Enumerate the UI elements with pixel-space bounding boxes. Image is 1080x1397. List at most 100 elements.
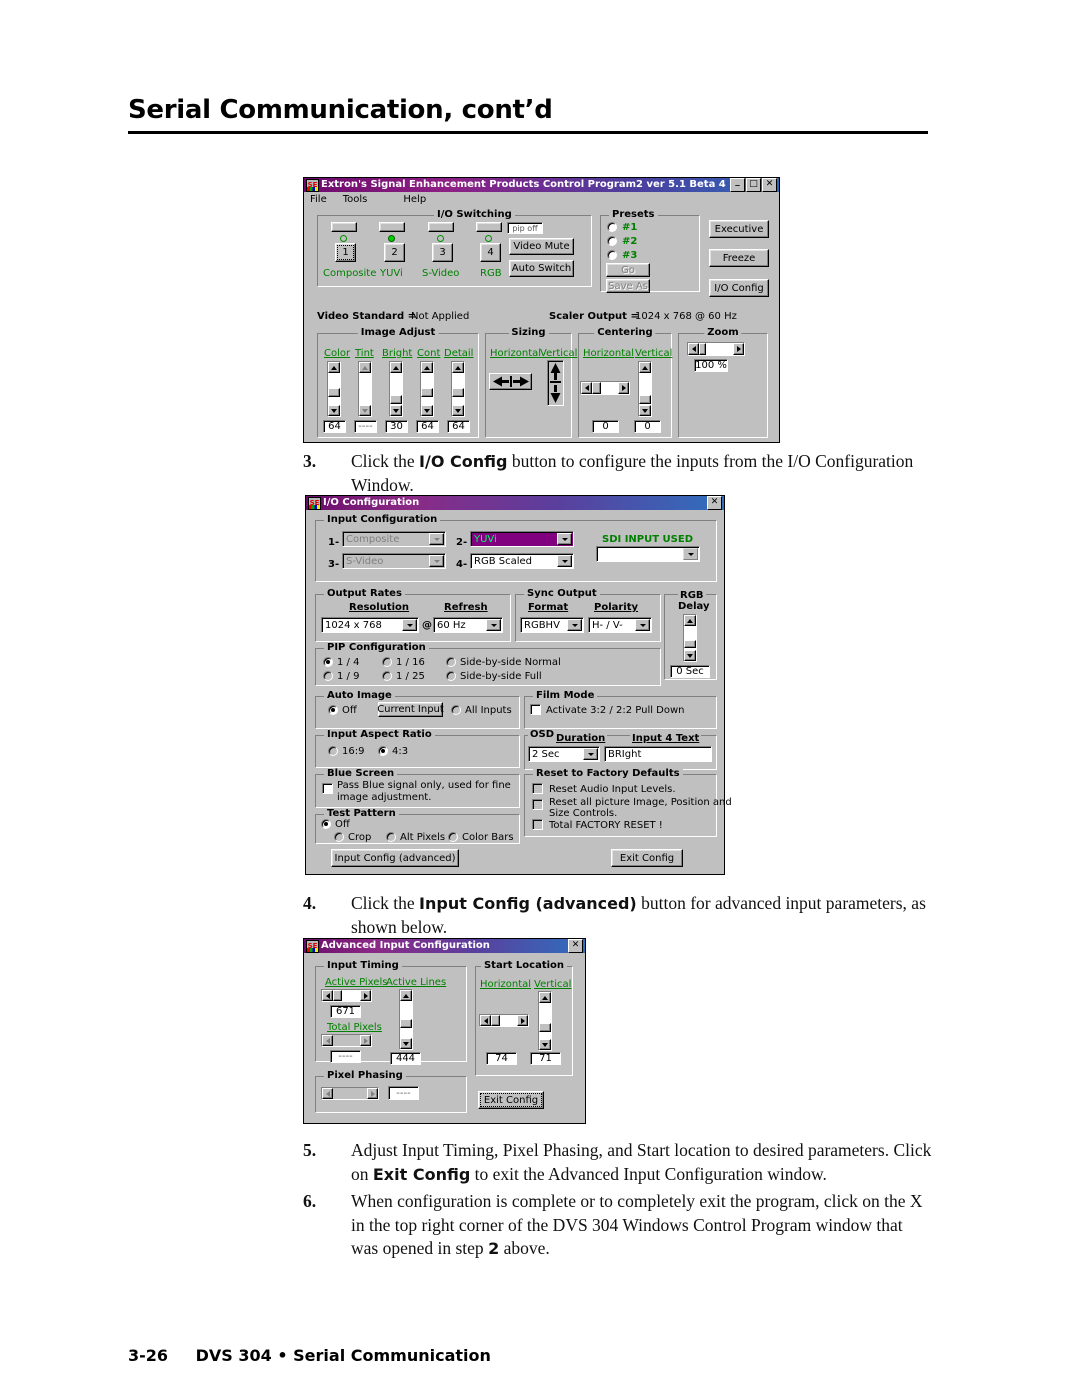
- video-mute-button[interactable]: Video Mute: [509, 238, 574, 255]
- preset-save-as-button[interactable]: Save As: [606, 279, 650, 293]
- input-select-4[interactable]: RGB Scaled: [470, 553, 574, 569]
- preset-radio-1[interactable]: [607, 222, 617, 232]
- film-mode-checkbox[interactable]: [530, 704, 541, 715]
- detail-slider[interactable]: [451, 361, 465, 417]
- chevron-down-icon-osd[interactable]: [583, 748, 598, 760]
- osd-duration-select[interactable]: 2 Sec: [528, 746, 600, 762]
- input-config-advanced-button[interactable]: Input Config (advanced): [331, 849, 459, 867]
- tint-slider-up-arrow[interactable]: [359, 362, 371, 373]
- color-slider-thumb[interactable]: [328, 388, 340, 397]
- pixel-phasing-track[interactable]: [333, 1088, 367, 1099]
- start-h-left-arrow[interactable]: [480, 1015, 491, 1026]
- centering-h-left-arrow[interactable]: [581, 382, 592, 394]
- start-v-up-arrow[interactable]: [539, 992, 551, 1003]
- input-select-2[interactable]: YUVi: [470, 531, 574, 547]
- minimize-button[interactable]: _: [730, 178, 745, 192]
- pip-radio-sbs-full[interactable]: [446, 671, 456, 681]
- menu-tools[interactable]: Tools: [343, 194, 368, 205]
- test-pattern-altpixels-radio[interactable]: [386, 832, 396, 842]
- preset-radio-2[interactable]: [607, 236, 617, 246]
- zoom-right-arrow[interactable]: [733, 343, 744, 355]
- centering-h-right-arrow[interactable]: [618, 382, 629, 394]
- polarity-select[interactable]: H- / V-: [588, 617, 652, 633]
- pip-radio-1-25[interactable]: [382, 671, 392, 681]
- aspect-4-3-radio[interactable]: [378, 746, 388, 756]
- cont-slider[interactable]: [420, 361, 434, 417]
- chevron-down-icon-format[interactable]: [567, 619, 582, 631]
- centering-v-down-arrow[interactable]: [639, 405, 651, 416]
- pip-radio-sbs-normal[interactable]: [446, 657, 456, 667]
- exit-config-button[interactable]: Exit Config: [611, 849, 683, 867]
- detail-slider-down-arrow[interactable]: [452, 405, 464, 416]
- format-select[interactable]: RGBHV: [520, 617, 584, 633]
- tint-slider[interactable]: [358, 361, 372, 417]
- chevron-down-icon-resolution[interactable]: [402, 619, 417, 631]
- total-pixels-track[interactable]: [333, 1035, 360, 1046]
- start-h-right-arrow[interactable]: [517, 1015, 528, 1026]
- color-slider-up-arrow[interactable]: [328, 362, 340, 373]
- pip-radio-1-9[interactable]: [323, 671, 333, 681]
- rgb-delay-down-arrow[interactable]: [684, 650, 696, 661]
- sizing-horizontal-control[interactable]: [489, 373, 532, 390]
- resolution-select[interactable]: 1024 x 768: [321, 617, 419, 633]
- input-button-4[interactable]: 4: [480, 243, 501, 262]
- chevron-down-icon-4[interactable]: [557, 555, 572, 567]
- zoom-scrollbar[interactable]: [687, 342, 745, 356]
- total-pixels-right-arrow[interactable]: [360, 1035, 371, 1046]
- pixel-phasing-left-arrow[interactable]: [322, 1088, 333, 1099]
- freeze-button[interactable]: Freeze: [709, 249, 769, 267]
- maximize-button[interactable]: □: [746, 178, 761, 192]
- start-v-track[interactable]: [539, 1003, 551, 1039]
- color-slider[interactable]: [327, 361, 341, 417]
- centering-vertical-scrollbar[interactable]: [638, 361, 652, 417]
- chevron-down-icon-3[interactable]: [429, 555, 444, 567]
- centering-v-thumb[interactable]: [639, 395, 651, 404]
- cont-slider-up-arrow[interactable]: [421, 362, 433, 373]
- bright-slider[interactable]: [389, 361, 403, 417]
- io-flat-button-3[interactable]: [428, 222, 454, 232]
- menu-file[interactable]: File: [310, 194, 327, 205]
- auto-switch-button[interactable]: Auto Switch: [509, 260, 574, 277]
- tint-slider-down-arrow[interactable]: [359, 405, 371, 416]
- test-pattern-crop-radio[interactable]: [334, 832, 344, 842]
- zoom-left-arrow[interactable]: [688, 343, 699, 355]
- input-button-2[interactable]: 2: [384, 243, 405, 262]
- total-pixels-left-arrow[interactable]: [322, 1035, 333, 1046]
- active-lines-down-arrow[interactable]: [400, 1038, 412, 1049]
- test-pattern-off-radio[interactable]: [321, 819, 331, 829]
- input-select-3[interactable]: S-Video: [342, 553, 446, 569]
- auto-image-all-inputs-radio[interactable]: [451, 705, 461, 715]
- input-select-1[interactable]: Composite: [342, 531, 446, 547]
- input-button-1[interactable]: 1: [335, 243, 356, 262]
- chevron-down-icon-polarity[interactable]: [635, 619, 650, 631]
- centering-v-up-arrow[interactable]: [639, 362, 651, 373]
- zoom-thumb[interactable]: [699, 343, 706, 355]
- active-pixels-left-arrow[interactable]: [322, 990, 333, 1001]
- blue-screen-checkbox[interactable]: [322, 783, 333, 794]
- tint-slider-track[interactable]: [359, 373, 371, 405]
- sizing-vertical-control[interactable]: [547, 360, 564, 406]
- centering-h-thumb[interactable]: [592, 382, 601, 394]
- detail-slider-up-arrow[interactable]: [452, 362, 464, 373]
- reset-audio-checkbox[interactable]: [532, 783, 543, 794]
- io-flat-button-4[interactable]: [476, 222, 502, 232]
- io-config-button[interactable]: I/O Config: [709, 279, 769, 297]
- active-pixels-scrollbar[interactable]: [321, 989, 372, 1002]
- start-h-thumb[interactable]: [491, 1015, 500, 1026]
- active-pixels-thumb[interactable]: [333, 990, 342, 1001]
- pip-radio-1-16[interactable]: [382, 657, 392, 667]
- detail-slider-thumb[interactable]: [452, 388, 464, 397]
- active-lines-scrollbar[interactable]: [399, 989, 413, 1050]
- pip-radio-1-4[interactable]: [323, 657, 333, 667]
- active-lines-thumb[interactable]: [400, 1019, 412, 1028]
- pixel-phasing-scrollbar[interactable]: [321, 1087, 379, 1100]
- start-v-down-arrow[interactable]: [539, 1039, 551, 1050]
- factory-reset-checkbox[interactable]: [532, 819, 543, 830]
- advanced-close-button[interactable]: ✕: [568, 939, 583, 953]
- rgb-delay-scrollbar[interactable]: [683, 614, 697, 662]
- active-pixels-right-arrow[interactable]: [360, 990, 371, 1001]
- chevron-down-icon-sdi[interactable]: [683, 548, 698, 560]
- preset-radio-3[interactable]: [607, 250, 617, 260]
- rgb-delay-thumb[interactable]: [684, 640, 696, 648]
- cont-slider-thumb[interactable]: [421, 388, 433, 397]
